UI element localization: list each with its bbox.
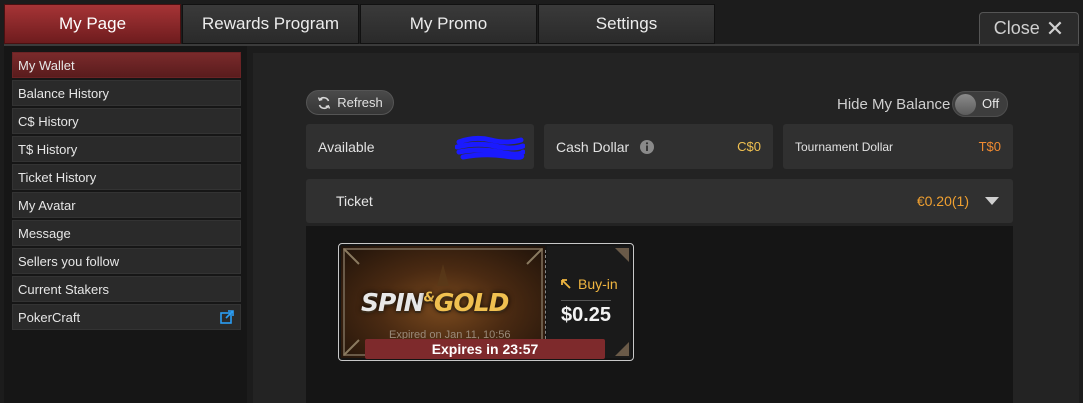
available-card: Available: [306, 124, 534, 169]
external-link-icon: [220, 310, 234, 324]
ticket-value: €0.20(1): [916, 193, 969, 209]
sidebar-item-balance-history[interactable]: Balance History: [12, 80, 241, 106]
chevron-down-icon: [985, 197, 999, 205]
buyin-label: Buy-in: [578, 276, 618, 292]
tab-my-page[interactable]: My Page: [4, 4, 181, 44]
spin-gold-logo: SPIN&GOLD: [361, 288, 509, 317]
sidebar-item-ticket-history[interactable]: Ticket History: [12, 164, 241, 190]
sidebar-item-label: Balance History: [18, 85, 110, 101]
hide-balance-toggle[interactable]: Off: [952, 91, 1008, 117]
tournament-dollar-label: Tournament Dollar: [795, 139, 894, 154]
sidebar-item-my-avatar[interactable]: My Avatar: [12, 192, 241, 218]
expires-countdown: Expires in 23:57: [365, 339, 605, 359]
available-label: Available: [318, 138, 375, 155]
ticket-label: Ticket: [336, 193, 373, 209]
tab-my-promo[interactable]: My Promo: [360, 4, 537, 44]
toggle-knob: [955, 94, 976, 115]
sidebar-item-ts-history[interactable]: T$ History: [12, 136, 241, 162]
sidebar-item-my-wallet[interactable]: My Wallet: [12, 52, 241, 78]
refresh-button[interactable]: Refresh: [306, 90, 394, 115]
toggle-state: Off: [982, 96, 1000, 111]
sidebar-item-label: Current Stakers: [18, 281, 110, 297]
cash-dollar-value: C$0: [737, 139, 761, 154]
sidebar-item-label: Sellers you follow: [18, 253, 120, 269]
sidebar-item-label: C$ History: [18, 113, 79, 129]
buyin-value: $0.25: [561, 304, 612, 326]
cash-dollar-card: Cash Dollar C$0: [544, 124, 773, 169]
ticket-card[interactable]: SPIN&GOLD Expired on Jan 11, 10:56 Buy-i…: [338, 243, 634, 361]
arrow-up-left-icon: [561, 279, 571, 289]
corner-ornament-icon: [615, 342, 629, 356]
tab-rewards-program[interactable]: Rewards Program: [182, 4, 359, 44]
ticket-dropdown[interactable]: Ticket €0.20(1): [306, 179, 1013, 223]
sidebar-item-label: Ticket History: [18, 169, 97, 185]
tournament-dollar-value: T$0: [978, 139, 1001, 154]
ticket-list: SPIN&GOLD Expired on Jan 11, 10:56 Buy-i…: [306, 226, 1013, 403]
close-button[interactable]: Close ✕: [979, 12, 1079, 44]
redaction-scribble: [455, 135, 525, 160]
sidebar: My Wallet Balance History C$ History T$ …: [4, 46, 247, 403]
sidebar-item-cs-history[interactable]: C$ History: [12, 108, 241, 134]
refresh-label: Refresh: [337, 95, 383, 110]
sidebar-item-sellers-you-follow[interactable]: Sellers you follow: [12, 248, 241, 274]
tournament-dollar-card: Tournament Dollar T$0: [783, 124, 1013, 169]
sidebar-item-current-stakers[interactable]: Current Stakers: [12, 276, 241, 302]
sidebar-item-label: My Avatar: [18, 197, 76, 213]
sidebar-item-label: Message: [18, 225, 71, 241]
close-icon: ✕: [1045, 15, 1065, 41]
corner-ornament-icon: [615, 248, 629, 262]
sidebar-item-label: PokerCraft: [18, 309, 81, 325]
sidebar-item-label: T$ History: [18, 141, 78, 157]
hide-balance-label: Hide My Balance: [837, 96, 951, 113]
cash-dollar-label: Cash Dollar: [556, 138, 630, 155]
wallet-window: My Page Rewards Program My Promo Setting…: [0, 0, 1083, 403]
refresh-icon: [318, 96, 331, 109]
close-label: Close: [993, 18, 1040, 38]
sidebar-item-message[interactable]: Message: [12, 220, 241, 246]
sidebar-item-pokercraft[interactable]: PokerCraft: [12, 304, 241, 330]
buyin-divider: [561, 300, 611, 301]
info-icon[interactable]: [639, 139, 655, 155]
wallet-panel: Refresh Hide My Balance Off Available Ca…: [253, 53, 1079, 403]
buyin-row: Buy-in: [560, 276, 618, 292]
top-tabs: My Page Rewards Program My Promo Setting…: [4, 4, 716, 44]
tab-settings[interactable]: Settings: [538, 4, 715, 44]
sidebar-item-label: My Wallet: [18, 57, 75, 73]
